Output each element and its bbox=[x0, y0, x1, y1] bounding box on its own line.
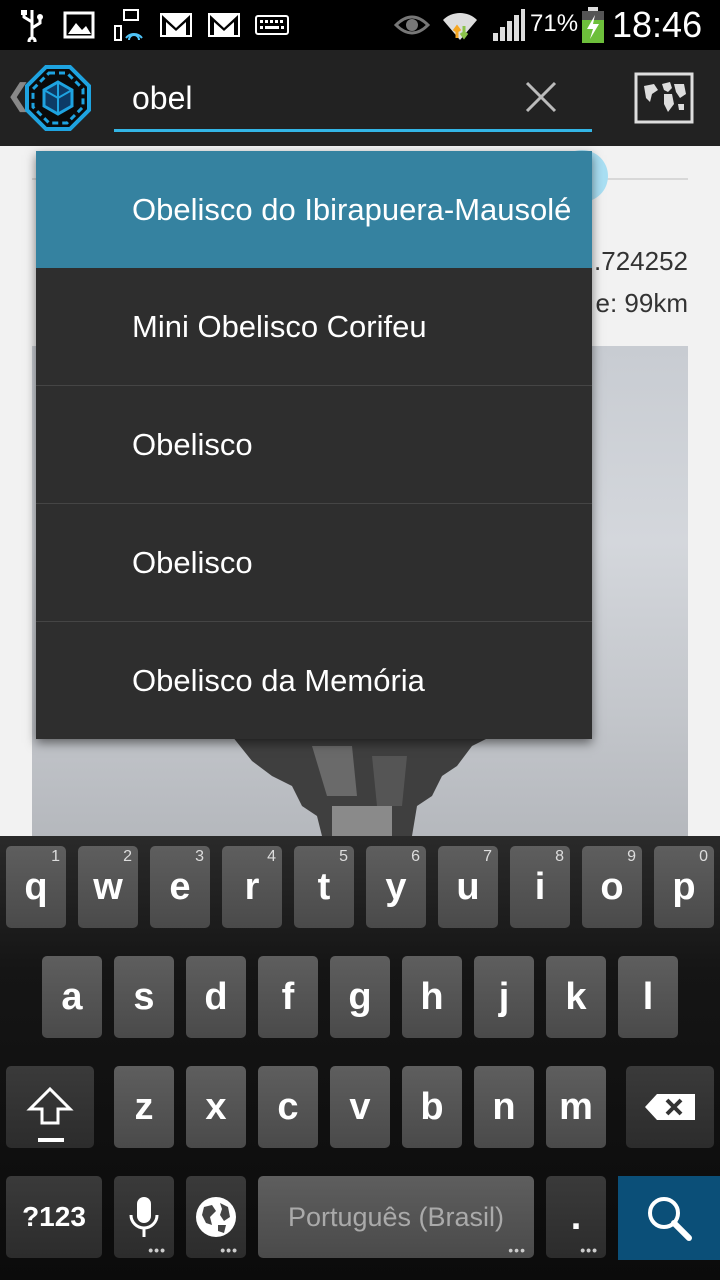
usb-icon bbox=[18, 8, 46, 42]
clear-icon[interactable] bbox=[518, 72, 564, 122]
action-bar: ❮ bbox=[0, 50, 720, 146]
search-key[interactable] bbox=[618, 1176, 720, 1260]
suggestion-item[interactable]: Obelisco do Ibirapuera-Mausolé bbox=[36, 151, 592, 268]
key-o[interactable]: o9 bbox=[582, 846, 642, 928]
key-n[interactable]: n bbox=[474, 1066, 534, 1148]
voice-key[interactable]: ••• bbox=[114, 1176, 174, 1258]
key-e[interactable]: e3 bbox=[150, 846, 210, 928]
key-m[interactable]: m bbox=[546, 1066, 606, 1148]
coordinate-text: .724252 bbox=[594, 246, 688, 276]
key-label: u bbox=[456, 865, 480, 908]
key-hint: 6 bbox=[411, 848, 420, 865]
globe-icon bbox=[196, 1197, 236, 1237]
more-dots: ••• bbox=[220, 1242, 238, 1258]
wifi-icon bbox=[440, 8, 480, 42]
key-j[interactable]: j bbox=[474, 956, 534, 1038]
soft-keyboard: q1 w2 e3 r4 t5 y6 u7 i8 o9 p0 a s d f g … bbox=[0, 836, 720, 1280]
suggestion-item[interactable]: Mini Obelisco Corifeu bbox=[36, 268, 592, 386]
more-dots: ••• bbox=[148, 1242, 166, 1258]
keyboard-icon bbox=[254, 8, 290, 42]
key-r[interactable]: r4 bbox=[222, 846, 282, 928]
period-key[interactable]: . ••• bbox=[546, 1176, 606, 1258]
key-hint: 3 bbox=[195, 848, 204, 865]
backspace-key[interactable] bbox=[626, 1066, 714, 1148]
image-icon bbox=[62, 8, 96, 42]
wifi-data-icon bbox=[112, 8, 146, 42]
key-i[interactable]: i8 bbox=[510, 846, 570, 928]
shift-key[interactable] bbox=[6, 1066, 94, 1148]
gmail-icon bbox=[206, 8, 242, 42]
key-c[interactable]: c bbox=[258, 1066, 318, 1148]
shift-icon bbox=[26, 1086, 74, 1125]
key-q[interactable]: q1 bbox=[6, 846, 66, 928]
distance-text: e: 99km bbox=[595, 288, 689, 318]
obelisk-image bbox=[232, 736, 492, 836]
key-hint: 1 bbox=[51, 848, 60, 865]
suggestion-item[interactable]: Obelisco da Memória bbox=[36, 622, 592, 739]
space-key[interactable]: Português (Brasil) ••• bbox=[258, 1176, 534, 1258]
suggestion-item[interactable]: Obelisco bbox=[36, 504, 592, 622]
key-hint: 5 bbox=[339, 848, 348, 865]
key-label: o bbox=[600, 865, 624, 908]
key-d[interactable]: d bbox=[186, 956, 246, 1038]
key-b[interactable]: b bbox=[402, 1066, 462, 1148]
microphone-icon bbox=[129, 1197, 159, 1237]
more-dots: ••• bbox=[508, 1242, 526, 1258]
key-f[interactable]: f bbox=[258, 956, 318, 1038]
key-label: p bbox=[672, 865, 696, 908]
symbols-key[interactable]: ?123 bbox=[6, 1176, 102, 1258]
key-hint: 9 bbox=[627, 848, 636, 865]
key-hint: 8 bbox=[555, 848, 564, 865]
language-key[interactable]: ••• bbox=[186, 1176, 246, 1258]
key-label: t bbox=[317, 865, 331, 908]
shift-indicator bbox=[38, 1138, 64, 1142]
backspace-icon bbox=[645, 1094, 695, 1120]
status-bar: 71% 18:46 bbox=[0, 0, 720, 50]
key-y[interactable]: y6 bbox=[366, 846, 426, 928]
key-label: i bbox=[534, 865, 546, 908]
space-label: Português (Brasil) bbox=[287, 1201, 505, 1232]
suggestion-item[interactable]: Obelisco bbox=[36, 386, 592, 504]
key-hint: 7 bbox=[483, 848, 492, 865]
period-label: . bbox=[570, 1195, 582, 1238]
key-label: e bbox=[169, 865, 191, 908]
key-p[interactable]: p0 bbox=[654, 846, 714, 928]
search-icon bbox=[648, 1197, 692, 1241]
key-l[interactable]: l bbox=[618, 956, 678, 1038]
key-k[interactable]: k bbox=[546, 956, 606, 1038]
key-s[interactable]: s bbox=[114, 956, 174, 1038]
key-u[interactable]: u7 bbox=[438, 846, 498, 928]
clock: 18:46 bbox=[612, 4, 703, 45]
map-icon[interactable] bbox=[634, 72, 694, 124]
app-logo-icon[interactable] bbox=[24, 64, 92, 132]
key-x[interactable]: x bbox=[186, 1066, 246, 1148]
key-g[interactable]: g bbox=[330, 956, 390, 1038]
more-dots: ••• bbox=[580, 1242, 598, 1258]
key-a[interactable]: a bbox=[42, 956, 102, 1038]
key-v[interactable]: v bbox=[330, 1066, 390, 1148]
key-w[interactable]: w2 bbox=[78, 846, 138, 928]
key-z[interactable]: z bbox=[114, 1066, 174, 1148]
key-hint: 4 bbox=[267, 848, 276, 865]
eye-icon bbox=[394, 8, 430, 42]
key-label: w bbox=[93, 865, 123, 908]
key-label: y bbox=[385, 865, 407, 908]
key-h[interactable]: h bbox=[402, 956, 462, 1038]
signal-icon bbox=[490, 8, 526, 42]
battery-percent: 71% bbox=[530, 10, 579, 37]
key-t[interactable]: t5 bbox=[294, 846, 354, 928]
battery-charging-icon bbox=[580, 7, 606, 43]
key-hint: 0 bbox=[699, 848, 708, 865]
key-label: r bbox=[244, 865, 260, 908]
suggestion-dropdown: Obelisco do Ibirapuera-Mausolé Mini Obel… bbox=[36, 151, 592, 739]
gmail-icon bbox=[158, 8, 194, 42]
key-hint: 2 bbox=[123, 848, 132, 865]
key-label: q bbox=[24, 865, 48, 908]
